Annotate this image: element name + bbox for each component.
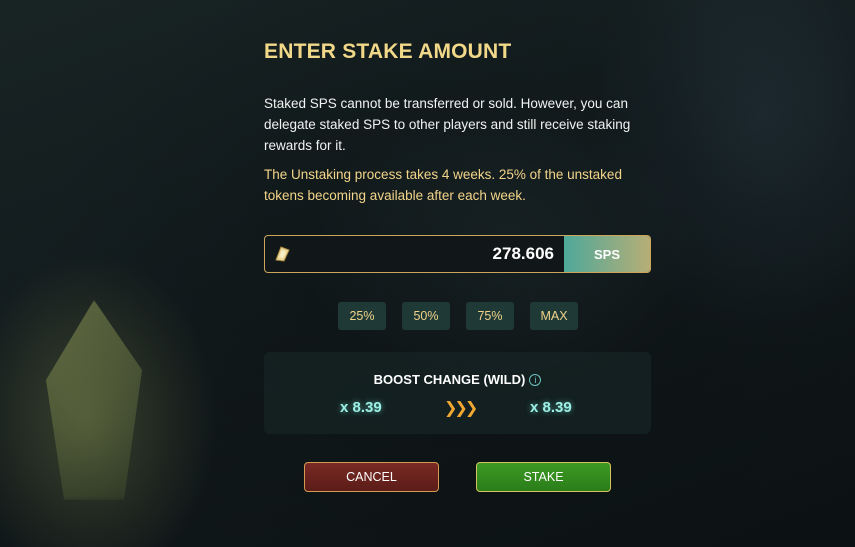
stake-amount-field: SPS bbox=[264, 235, 651, 273]
boost-change-card: BOOST CHANGE (WILD) i x 8.39 ❯❯❯ x 8.39 bbox=[264, 352, 651, 434]
boost-title-label: BOOST CHANGE (WILD) bbox=[373, 372, 526, 387]
dialog-description: Staked SPS cannot be transferred or sold… bbox=[264, 96, 631, 153]
percent-50-button[interactable]: 50% bbox=[402, 302, 450, 330]
stake-button[interactable]: STAKE bbox=[476, 462, 611, 492]
percent-buttons: 25% 50% 75% MAX bbox=[338, 302, 578, 330]
dialog-title: ENTER STAKE AMOUNT bbox=[264, 40, 512, 63]
unstaking-warning: The Unstaking process takes 4 weeks. 25%… bbox=[264, 167, 622, 203]
percent-75-button[interactable]: 75% bbox=[466, 302, 514, 330]
boost-current-value: x 8.39 bbox=[340, 399, 382, 416]
cancel-button[interactable]: CANCEL bbox=[304, 462, 439, 492]
triple-chevron-right-icon: ❯❯❯ bbox=[444, 400, 478, 417]
stake-dialog: ENTER STAKE AMOUNT Staked SPS cannot be … bbox=[264, 0, 654, 547]
boost-title: BOOST CHANGE (WILD) i bbox=[264, 372, 651, 387]
sps-token-icon bbox=[265, 236, 299, 272]
info-icon[interactable]: i bbox=[529, 374, 542, 386]
boost-new-value: x 8.39 bbox=[530, 399, 572, 416]
stake-amount-input[interactable] bbox=[299, 236, 564, 272]
max-button[interactable]: MAX bbox=[530, 302, 578, 330]
percent-25-button[interactable]: 25% bbox=[338, 302, 386, 330]
token-label: SPS bbox=[564, 236, 650, 272]
